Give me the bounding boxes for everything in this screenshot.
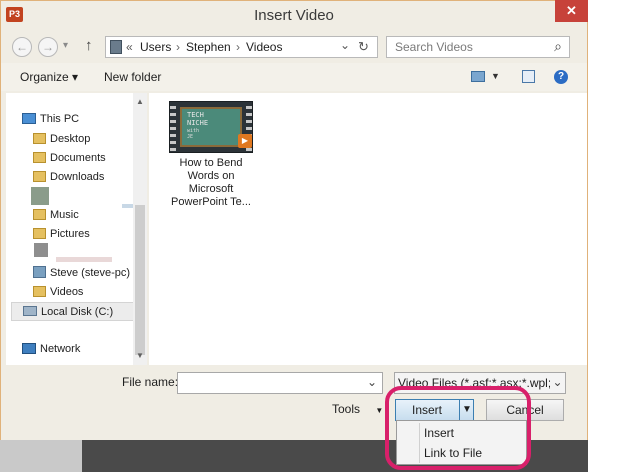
- blurred-item-bar: [56, 257, 112, 262]
- navigation-bar: ← → ▾ ↑ « Users › Stephen › Videos ⌄ ↻ S…: [1, 31, 587, 63]
- sidebar-label: This PC: [40, 113, 80, 125]
- forward-button[interactable]: →: [38, 37, 58, 57]
- file-name-field[interactable]: ⌄: [177, 372, 383, 394]
- videos-location-icon: [110, 40, 122, 54]
- breadcrumb-separator-icon[interactable]: ›: [176, 40, 180, 54]
- breadcrumb-users[interactable]: Users: [140, 40, 171, 54]
- file-name-line: Microsoft: [188, 183, 234, 195]
- file-type-dropdown-icon[interactable]: ⌄: [550, 373, 565, 393]
- tools-dropdown-icon: ▼: [375, 406, 384, 415]
- folder-icon: [33, 133, 46, 144]
- breadcrumb-stephen[interactable]: Stephen: [186, 40, 231, 54]
- network-icon: [22, 343, 36, 354]
- help-icon[interactable]: ?: [554, 70, 568, 84]
- sidebar-item-downloads[interactable]: Downloads: [33, 168, 104, 187]
- search-input[interactable]: Search Videos: [395, 40, 473, 54]
- file-list: TECH NICHE with JE ▶ How to Bend Words o…: [149, 93, 587, 365]
- sidebar-item-steve-pc[interactable]: Steve (steve-pc): [33, 264, 130, 283]
- folder-icon: [33, 286, 46, 297]
- file-name: How to Bend Words on Microsoft PowerPoin…: [169, 157, 253, 209]
- scroll-up-icon[interactable]: ▲: [136, 97, 144, 106]
- sidebar-label: Music: [50, 209, 79, 221]
- sidebar-item-desktop[interactable]: Desktop: [33, 130, 90, 149]
- thumbnail-text-tech: TECH: [187, 111, 204, 119]
- refresh-icon[interactable]: ↻: [358, 39, 369, 55]
- video-thumbnail: TECH NICHE with JE ▶: [169, 101, 253, 153]
- address-bar[interactable]: « Users › Stephen › Videos ⌄ ↻: [105, 36, 378, 58]
- scroll-down-icon[interactable]: ▼: [136, 351, 144, 360]
- tools-label: Tools: [332, 402, 361, 416]
- sidebar-label: Downloads: [50, 171, 105, 183]
- thumbnail-text-niche: NICHE: [187, 119, 209, 127]
- background-area: [588, 0, 630, 472]
- sidebar-item-documents[interactable]: Documents: [33, 149, 106, 168]
- view-options-icon[interactable]: [471, 71, 485, 82]
- search-box[interactable]: Search Videos ⌕: [386, 36, 570, 58]
- sidebar-label: Pictures: [50, 228, 90, 240]
- folder-icon: [33, 228, 46, 239]
- close-button[interactable]: ✕: [555, 0, 588, 22]
- sidebar-label: Steve (steve-pc): [50, 267, 131, 279]
- sidebar-item-music[interactable]: Music: [33, 206, 79, 225]
- search-icon[interactable]: ⌕: [554, 38, 562, 55]
- blurred-item-icon: [34, 243, 48, 257]
- sidebar-item-network[interactable]: Network: [22, 340, 80, 359]
- sidebar-label: Network: [40, 343, 81, 355]
- drive-icon: [23, 306, 37, 316]
- file-name-dropdown-icon[interactable]: ⌄: [367, 375, 377, 389]
- blurred-item-icon: [31, 187, 49, 205]
- dialog-title: Insert Video: [254, 7, 334, 24]
- organize-button[interactable]: Organize ▾: [20, 70, 78, 84]
- folder-icon: [33, 171, 46, 182]
- background-area: [0, 440, 82, 472]
- sidebar-label: Videos: [50, 286, 84, 298]
- file-name-line: Words on: [187, 170, 235, 182]
- file-name-line: PowerPoint Te...: [171, 196, 251, 208]
- highlight-annotation: [385, 386, 531, 470]
- preview-pane-icon[interactable]: [522, 70, 535, 83]
- breadcrumb-separator-icon[interactable]: ›: [236, 40, 240, 54]
- sidebar-label: Desktop: [50, 133, 91, 145]
- view-dropdown-icon[interactable]: ▼: [491, 71, 500, 81]
- command-bar: Organize ▾ New folder ▼ ?: [1, 63, 587, 91]
- chalkboard: TECH NICHE with JE: [180, 107, 242, 147]
- address-dropdown-icon[interactable]: ⌄: [340, 38, 350, 52]
- sidebar-label: Documents: [50, 152, 106, 164]
- thumbnail-text-small: with JE: [187, 128, 200, 140]
- navigation-scrollbar[interactable]: ▲ ▼: [133, 93, 147, 365]
- title-bar: P3 Insert Video ✕: [1, 0, 588, 31]
- sidebar-item-videos[interactable]: Videos: [33, 283, 83, 302]
- computer-icon: [22, 113, 36, 124]
- play-icon: ▶: [238, 134, 252, 148]
- folder-icon: [33, 209, 46, 220]
- sidebar-item-this-pc[interactable]: This PC: [22, 110, 79, 129]
- sidebar-item-local-disk[interactable]: Local Disk (C:): [11, 302, 135, 321]
- up-button[interactable]: ↑: [85, 37, 93, 54]
- file-name-label: File name:: [122, 375, 179, 389]
- breadcrumb-overflow[interactable]: «: [126, 40, 133, 54]
- recent-locations-icon[interactable]: ▾: [63, 40, 68, 51]
- scrollbar-thumb[interactable]: [135, 205, 145, 355]
- folder-icon: [33, 152, 46, 163]
- navigation-pane: This PC Desktop Documents Downloads Musi…: [6, 93, 147, 365]
- new-folder-button[interactable]: New folder: [104, 70, 161, 84]
- tools-button[interactable]: Tools ▼: [332, 402, 383, 416]
- insert-video-dialog: P3 Insert Video ✕ ← → ▾ ↑ « Users › Step…: [0, 0, 588, 441]
- film-strip-left: [170, 102, 176, 152]
- sidebar-label: Local Disk (C:): [41, 306, 114, 318]
- sidebar-item-pictures[interactable]: Pictures: [33, 225, 90, 244]
- file-name-line: How to Bend: [179, 157, 243, 169]
- file-item[interactable]: TECH NICHE with JE ▶ How to Bend Words o…: [169, 101, 253, 209]
- network-computer-icon: [33, 266, 46, 278]
- back-button[interactable]: ←: [12, 37, 32, 57]
- breadcrumb-videos[interactable]: Videos: [246, 40, 282, 54]
